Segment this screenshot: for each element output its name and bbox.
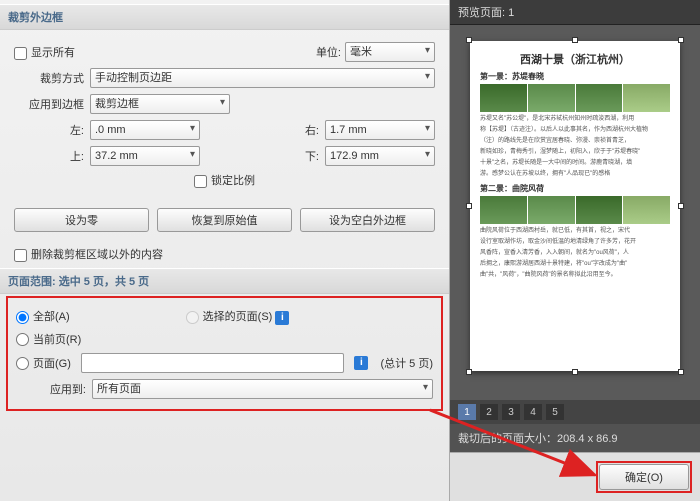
crop-frame-header: 裁剪外边框 [0, 4, 449, 30]
page-2[interactable]: 2 [480, 404, 498, 420]
pages-total: (总计 5 页) [380, 355, 433, 371]
pages-input[interactable] [81, 353, 345, 373]
preview-area: 西湖十景（浙江杭州） 第一景：苏堤春晓 苏堤又名"苏公堤"，是北宋苏轼杭州知州时… [450, 25, 700, 400]
radio-current[interactable]: 当前页(R) [16, 331, 81, 347]
info-icon: i [275, 311, 289, 325]
preview-header: 预览页面: 1 [450, 0, 700, 25]
page-preview[interactable]: 西湖十景（浙江杭州） 第一景：苏堤春晓 苏堤又名"苏公堤"，是北宋苏轼杭州知州时… [470, 41, 680, 371]
radio-all[interactable]: 全部(A) [16, 308, 70, 324]
page-3[interactable]: 3 [502, 404, 520, 420]
doc-sec1: 第一景：苏堤春晓 [480, 71, 670, 82]
bottom-input[interactable] [325, 146, 435, 166]
delete-outside-check[interactable]: 删除裁剪框区域以外的内容 [14, 249, 163, 261]
right-label: 右: [279, 122, 319, 138]
cut-size-label: 裁切后的页面大小：208.4 x 86.9 [450, 424, 700, 452]
crop-method-select[interactable]: 手动控制页边距 [90, 68, 435, 88]
show-all-check[interactable]: 显示所有 [14, 44, 75, 60]
footer: 确定(O) [450, 452, 700, 501]
top-label: 上: [14, 148, 84, 164]
page-range-header: 页面范围: 选中 5 页，共 5 页 [0, 268, 449, 294]
top-input[interactable] [90, 146, 200, 166]
info-icon-2: i [354, 356, 368, 370]
apply-border-label: 应用到边框 [14, 96, 84, 112]
show-all-label: 显示所有 [31, 47, 75, 59]
unit-select[interactable]: 毫米 [345, 42, 435, 62]
page-range-highlight: 全部(A) 选择的页面(S) i 当前页(R) 页面(G) i (总计 5 页)… [6, 296, 443, 411]
page-1[interactable]: 1 [458, 404, 476, 420]
crop-method-label: 裁剪方式 [14, 70, 84, 86]
right-input[interactable] [325, 120, 435, 140]
left-label: 左: [14, 122, 84, 138]
radio-selected: 选择的页面(S) i [186, 308, 290, 325]
apply-border-select[interactable]: 裁剪边框 [90, 94, 230, 114]
left-input[interactable] [90, 120, 200, 140]
restore-button[interactable]: 恢复到原始值 [157, 208, 292, 232]
lock-ratio-check[interactable]: 锁定比例 [194, 172, 255, 188]
apply-to-label: 应用到: [16, 381, 86, 397]
doc-title: 西湖十景（浙江杭州） [480, 51, 670, 67]
lock-ratio-label: 锁定比例 [211, 175, 255, 187]
doc-sec2: 第二景：曲院风荷 [480, 183, 670, 194]
radio-pages[interactable]: 页面(G) [16, 355, 71, 371]
ok-button[interactable]: 确定(O) [599, 464, 689, 490]
pager: 1 2 3 4 5 [450, 400, 700, 424]
set-zero-button[interactable]: 设为零 [14, 208, 149, 232]
page-5[interactable]: 5 [546, 404, 564, 420]
unit-label: 单位: [301, 44, 341, 60]
set-blank-button[interactable]: 设为空白外边框 [300, 208, 435, 232]
bottom-label: 下: [279, 148, 319, 164]
page-4[interactable]: 4 [524, 404, 542, 420]
delete-outside-label: 删除裁剪框区域以外的内容 [31, 249, 163, 261]
apply-to-select[interactable]: 所有页面 [92, 379, 433, 399]
